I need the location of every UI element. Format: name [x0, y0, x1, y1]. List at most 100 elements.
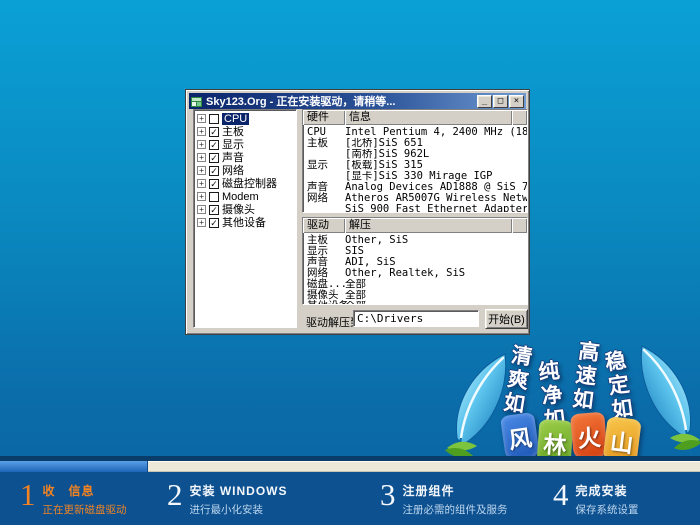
tree-item[interactable]: +✓显示 — [194, 138, 296, 151]
driver-panel: 驱动 解压 主板Other, SiS显示SIS声音ADI, SiS网络Other… — [302, 217, 528, 305]
driver-install-dialog: Sky123.Org - 正在安装驱动，请稍等... _ □ × +CPU+✓主… — [185, 89, 530, 335]
step-number: 3 — [380, 478, 396, 517]
step-number: 2 — [167, 478, 183, 517]
progress-track — [0, 461, 700, 472]
dialog-titlebar[interactable]: Sky123.Org - 正在安装驱动，请稍等... _ □ × — [189, 93, 526, 109]
driver-row: 其他设备全部 — [303, 301, 527, 305]
step-title: 完成安装 — [576, 482, 639, 499]
tree-item[interactable]: + CPU — [194, 112, 296, 125]
step-number: 1 — [20, 478, 36, 517]
hardware-label: 网络 — [303, 193, 345, 204]
hardware-row: 网络Atheros AR5007G Wireless Network Ada..… — [303, 193, 527, 204]
expand-icon[interactable]: + — [197, 140, 206, 149]
driver-col-header[interactable]: 驱动 — [303, 218, 345, 233]
checkbox[interactable] — [209, 114, 219, 124]
info-col-header[interactable]: 信息 — [345, 110, 512, 125]
checkbox[interactable]: ✓ — [209, 179, 219, 189]
driver-value: 全部 — [345, 301, 527, 305]
hardware-row: [南桥]SiS 962L — [303, 149, 527, 160]
tree-item[interactable]: +✓摄像头 — [194, 203, 296, 216]
driver-value: ADI, SiS — [345, 257, 527, 268]
hardware-row: 声音Analog Devices AD1888 @ SiS 7012 Aud..… — [303, 182, 527, 193]
driver-row: 显示SIS — [303, 246, 527, 257]
tree-item-label: 主板 — [222, 126, 244, 138]
extract-path-input[interactable] — [353, 310, 479, 327]
driver-value: Other, SiS — [345, 235, 527, 246]
tree-item-label: 其他设备 — [222, 217, 266, 229]
spacer-col-header — [512, 218, 527, 233]
driver-row: 声音ADI, SiS — [303, 257, 527, 268]
minimize-button[interactable]: _ — [477, 95, 492, 108]
slogan-text: 纯净如 — [531, 358, 570, 433]
checkbox[interactable]: ✓ — [209, 153, 219, 163]
hardware-rows: CPUIntel Pentium 4, 2400 MHz (18 x 133)主… — [303, 125, 527, 213]
tree-item[interactable]: +✓网络 — [194, 164, 296, 177]
tree-item[interactable]: +✓磁盘控制器 — [194, 177, 296, 190]
hardware-value: [显卡]SiS 330 Mirage IGP — [345, 171, 527, 182]
expand-icon[interactable]: + — [197, 114, 206, 123]
checkbox[interactable]: ✓ — [209, 218, 219, 228]
tree-item-label: 显示 — [222, 139, 244, 151]
step-title: 安装 WINDOWS — [190, 482, 288, 499]
driver-value: 全部 — [345, 279, 527, 290]
tree-item-label: Modem — [222, 191, 259, 203]
progress-fill — [0, 461, 148, 472]
hardware-row: [显卡]SiS 330 Mirage IGP — [303, 171, 527, 182]
tree-item-label: CPU — [222, 113, 249, 125]
tree-item-label: 声音 — [222, 152, 244, 164]
checkbox[interactable] — [209, 192, 219, 202]
hardware-row: SiS 900 Fast Ethernet Adapter (PHY: ... — [303, 204, 527, 213]
tree-item[interactable]: + Modem — [194, 190, 296, 203]
checkbox[interactable]: ✓ — [209, 140, 219, 150]
expand-icon[interactable]: + — [197, 179, 206, 188]
step-2: 2安装 WINDOWS进行最小化安装 — [167, 478, 288, 517]
expand-icon[interactable]: + — [197, 192, 206, 201]
hardware-value: [南桥]SiS 962L — [345, 149, 527, 160]
hardware-value: [北桥]SiS 651 — [345, 138, 527, 149]
checkbox[interactable]: ✓ — [209, 166, 219, 176]
tree-item-label: 网络 — [222, 165, 244, 177]
dialog-title: Sky123.Org - 正在安装驱动，请稍等... — [206, 93, 473, 109]
driver-value: 全部 — [345, 290, 527, 301]
driver-value: Other, Realtek, SiS — [345, 268, 527, 279]
desktop: Sky123.Org - 正在安装驱动，请稍等... _ □ × +CPU+✓主… — [0, 0, 700, 525]
extract-col-header[interactable]: 解压 — [345, 218, 512, 233]
hardware-value: Atheros AR5007G Wireless Network Ada... — [345, 193, 527, 204]
step-4: 4完成安装保存系统设置 — [553, 478, 639, 517]
driver-value: SIS — [345, 246, 527, 257]
feather-icon — [626, 344, 700, 469]
hardware-label — [303, 204, 345, 213]
expand-icon[interactable]: + — [197, 218, 206, 227]
step-bar: 1收 信息正在更新磁盘驱动2安装 WINDOWS进行最小化安装3注册组件注册必需… — [0, 472, 700, 525]
expand-icon[interactable]: + — [197, 127, 206, 136]
hardware-label: 显示 — [303, 160, 345, 171]
hardware-value: Analog Devices AD1888 @ SiS 7012 Aud... — [345, 182, 527, 193]
slogan-text: 高速如 — [565, 338, 604, 413]
device-tree[interactable]: +CPU+✓主板+✓显示+✓声音+✓网络+✓磁盘控制器+Modem+✓摄像头+✓… — [193, 109, 297, 328]
checkbox[interactable]: ✓ — [209, 205, 219, 215]
driver-label: 其他设备 — [303, 301, 345, 305]
expand-icon[interactable]: + — [197, 166, 206, 175]
hardware-row: 显示[板载]SiS 315 — [303, 160, 527, 171]
tree-item[interactable]: +✓声音 — [194, 151, 296, 164]
driver-row: 主板Other, SiS — [303, 235, 527, 246]
expand-icon[interactable]: + — [197, 205, 206, 214]
checkbox[interactable]: ✓ — [209, 127, 219, 137]
slogan-text: 清爽如 — [496, 342, 537, 418]
start-button[interactable]: 开始(B) — [485, 309, 528, 329]
maximize-button[interactable]: □ — [493, 95, 508, 108]
hardware-col-header[interactable]: 硬件 — [303, 110, 345, 125]
tree-item[interactable]: +✓主板 — [194, 125, 296, 138]
step-3: 3注册组件注册必需的组件及服务 — [380, 478, 508, 517]
step-subtitle: 正在更新磁盘驱动 — [43, 502, 127, 517]
spacer-col-header — [512, 110, 527, 125]
step-title: 收 信息 — [43, 482, 127, 499]
step-title: 注册组件 — [403, 482, 508, 499]
hardware-label: 主板 — [303, 138, 345, 149]
close-button[interactable]: × — [509, 95, 524, 108]
tree-item[interactable]: +✓其他设备 — [194, 216, 296, 229]
expand-icon[interactable]: + — [197, 153, 206, 162]
hardware-panel: 硬件 信息 CPUIntel Pentium 4, 2400 MHz (18 x… — [302, 109, 528, 213]
driver-rows: 主板Other, SiS显示SIS声音ADI, SiS网络Other, Real… — [303, 233, 527, 305]
hardware-row: CPUIntel Pentium 4, 2400 MHz (18 x 133) — [303, 127, 527, 138]
